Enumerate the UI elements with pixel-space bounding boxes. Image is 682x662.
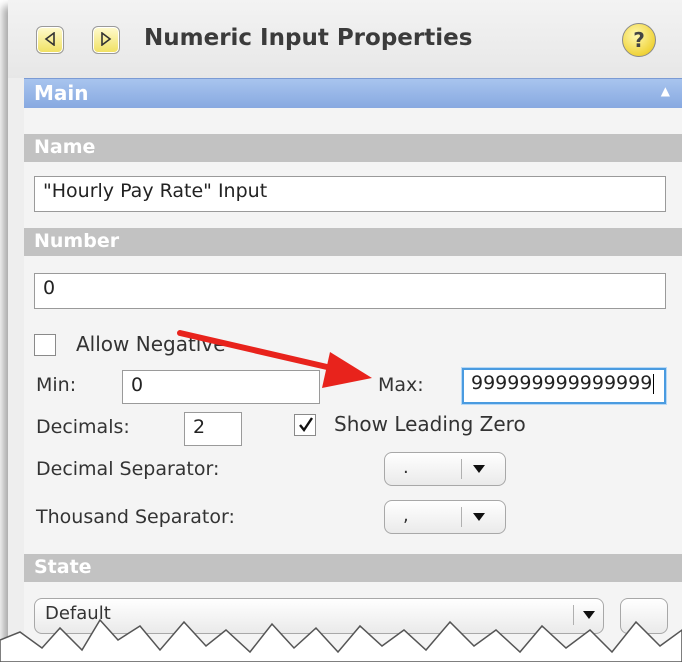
- state-more-button[interactable]: [620, 598, 668, 634]
- max-input[interactable]: 999999999999999: [462, 368, 666, 404]
- number-value-input[interactable]: 0: [34, 273, 666, 309]
- max-label: Max:: [378, 374, 424, 396]
- decimal-separator-label: Decimal Separator:: [36, 458, 220, 480]
- allow-negative-label: Allow Negative: [76, 332, 226, 356]
- decimal-separator-value: .: [403, 457, 409, 478]
- main-panel-label: Main: [34, 81, 89, 105]
- state-section-header: State: [24, 554, 682, 582]
- state-dropdown[interactable]: Default: [34, 598, 604, 634]
- forward-button[interactable]: [92, 26, 120, 54]
- triangle-up-icon: ▲: [660, 84, 670, 98]
- chevron-down-icon: [583, 611, 595, 619]
- main-panel-content: Name "Hourly Pay Rate" Input Number 0 Al…: [24, 108, 682, 662]
- number-section-header: Number: [24, 228, 682, 256]
- chevron-down-icon: [473, 465, 485, 473]
- name-section-label: Name: [34, 136, 96, 158]
- back-button[interactable]: [36, 26, 64, 54]
- window-title: Numeric Input Properties: [144, 25, 473, 51]
- name-input[interactable]: "Hourly Pay Rate" Input: [34, 176, 666, 212]
- decimals-label: Decimals:: [36, 416, 130, 438]
- max-input-value: 999999999999999: [471, 372, 653, 394]
- chevron-down-icon: [473, 513, 485, 521]
- decimals-input[interactable]: 2: [184, 412, 242, 446]
- name-section-header: Name: [24, 134, 682, 162]
- min-label: Min:: [36, 374, 77, 396]
- properties-panel: Numeric Input Properties ? Main ▲ Name "…: [8, 0, 682, 662]
- thousand-separator-label: Thousand Separator:: [36, 506, 235, 528]
- help-button[interactable]: ?: [622, 23, 656, 57]
- dropdown-divider: [573, 605, 574, 625]
- state-section-label: State: [34, 556, 92, 578]
- dropdown-divider: [461, 459, 462, 479]
- number-section-label: Number: [34, 230, 120, 252]
- show-leading-zero-label: Show Leading Zero: [334, 412, 526, 436]
- text-caret: [653, 373, 655, 394]
- dropdown-divider: [461, 507, 462, 527]
- show-leading-zero-checkbox[interactable]: [294, 414, 316, 436]
- allow-negative-checkbox[interactable]: [34, 334, 56, 356]
- triangle-right-icon: [101, 32, 112, 46]
- checkmark-icon: [299, 417, 313, 433]
- main-panel-header[interactable]: Main ▲: [24, 78, 682, 109]
- title-bar: Numeric Input Properties ?: [8, 0, 682, 78]
- thousand-separator-value: ,: [403, 505, 409, 526]
- decimal-separator-dropdown[interactable]: .: [384, 452, 506, 486]
- triangle-left-icon: [44, 32, 55, 46]
- thousand-separator-dropdown[interactable]: ,: [384, 500, 506, 534]
- state-value: Default: [45, 603, 111, 624]
- min-input[interactable]: 0: [122, 370, 320, 404]
